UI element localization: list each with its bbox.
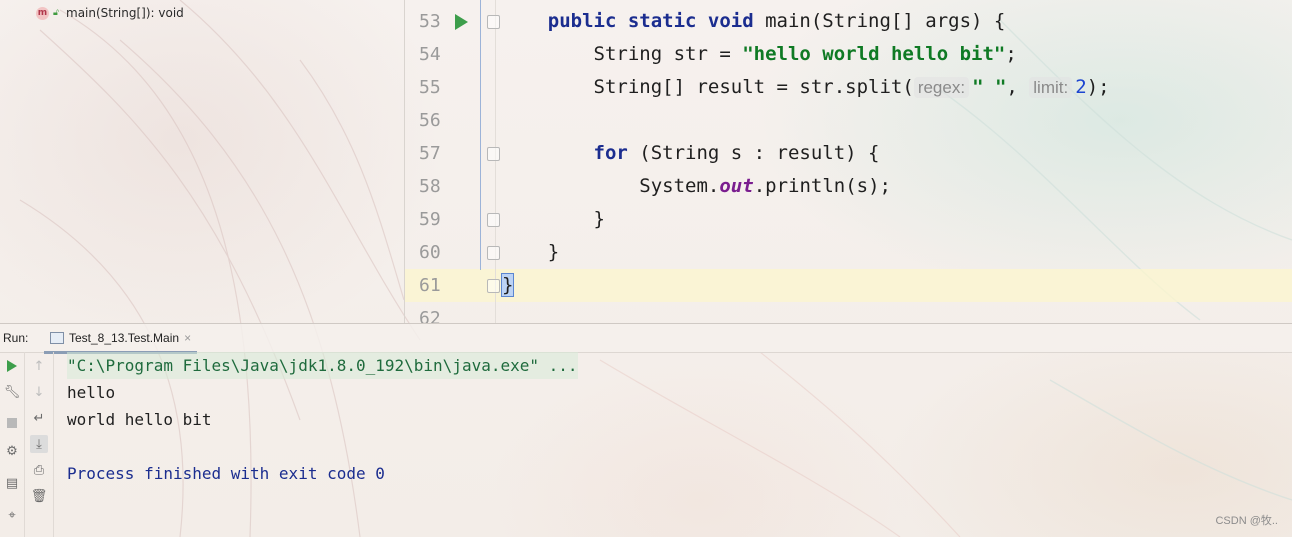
code-line-55[interactable]: String[] result = str.split(regex: " ", l… <box>502 71 1292 104</box>
scroll-up-icon[interactable]: ↑ <box>30 357 48 375</box>
console-output-line: hello <box>67 383 116 402</box>
line-number: 57 <box>419 143 441 164</box>
console-output[interactable]: "C:\Program Files\Java\jdk1.8.0_192\bin\… <box>67 352 1292 537</box>
print-icon[interactable]: ⎙ <box>30 461 48 479</box>
gutter-row: 58 <box>405 170 495 203</box>
fold-marker-icon[interactable] <box>487 213 500 227</box>
line-number: 53 <box>419 11 441 32</box>
gutter-row: 54 <box>405 38 495 71</box>
console-tab-icon <box>50 331 64 344</box>
gutter-row: 53 <box>405 5 500 38</box>
run-config-tab-label: Test_8_13.Test.Main <box>69 330 180 345</box>
process-finished-line: Process finished with exit code 0 <box>67 464 385 483</box>
line-number: 55 <box>419 77 441 98</box>
run-toolbar-left: 🔧︎ ⚙ ▤ ⌖ <box>0 352 25 537</box>
param-hint-regex: regex: <box>913 77 970 98</box>
code-line-57[interactable]: for (String s : result) { <box>502 137 1292 170</box>
stop-icon[interactable] <box>3 414 21 432</box>
method-scope-bar <box>480 0 481 270</box>
param-hint-limit: limit: <box>1029 77 1073 98</box>
layout-icon[interactable]: ▤ <box>3 474 21 492</box>
console-output-line: world hello bit <box>67 410 212 429</box>
line-number: 58 <box>419 176 441 197</box>
line-number: 60 <box>419 242 441 263</box>
code-line-59[interactable]: } <box>502 203 1292 236</box>
soft-wrap-icon[interactable]: ↵ <box>30 409 48 427</box>
line-number: 62 <box>419 308 441 323</box>
matched-brace-caret: } <box>500 273 515 297</box>
run-gutter-icon[interactable] <box>455 14 468 30</box>
editor-gutter[interactable]: 53 54 55 56 57 58 59 60 61 62 <box>404 0 500 323</box>
code-line-53[interactable]: public static void main(String[] args) { <box>502 5 1292 38</box>
run-config-tab[interactable]: Test_8_13.Test.Main × <box>44 324 198 354</box>
gutter-row: 55 <box>405 71 495 104</box>
fold-marker-icon[interactable] <box>487 147 500 161</box>
line-number: 56 <box>419 110 441 131</box>
method-breadcrumb[interactable]: m 🔓︎ main(String[]): void <box>36 4 184 22</box>
gutter-row: 57 <box>405 137 500 170</box>
wrench-icon[interactable]: 🔧︎ <box>3 383 21 401</box>
line-number: 59 <box>419 209 441 230</box>
fold-marker-icon[interactable] <box>487 246 500 260</box>
gutter-row: 59 <box>405 203 500 236</box>
trash-icon[interactable]: 🗑︎ <box>30 487 48 505</box>
debug-bug-icon[interactable]: ⚙ <box>3 442 21 460</box>
run-tool-window-header: Run: Test_8_13.Test.Main × <box>0 323 1292 354</box>
code-editor[interactable]: m 🔓︎ main(String[]): void 53 54 55 56 57… <box>0 0 1292 323</box>
code-line-61[interactable]: } <box>500 269 1292 302</box>
run-label: Run: <box>3 331 29 345</box>
pin-icon[interactable]: ⌖ <box>3 506 21 524</box>
line-number: 54 <box>419 44 441 65</box>
scroll-down-icon[interactable]: ↓ <box>30 383 48 401</box>
run-toolbar-console: ↑ ↓ ↵ ⤓ ⎙ 🗑︎ <box>25 352 54 537</box>
rerun-icon[interactable] <box>3 357 21 375</box>
method-signature: main(String[]): void <box>66 6 184 20</box>
public-access-icon: 🔓︎ <box>53 7 59 18</box>
console-command-line[interactable]: "C:\Program Files\Java\jdk1.8.0_192\bin\… <box>67 352 578 379</box>
line-number: 61 <box>419 275 441 296</box>
watermark: CSDN @牧.. <box>1215 515 1278 527</box>
code-line-58[interactable]: System.out.println(s); <box>502 170 1292 203</box>
gutter-row: 56 <box>405 104 495 137</box>
gutter-row: 60 <box>405 236 500 269</box>
code-line-60[interactable]: } <box>502 236 1292 269</box>
scroll-to-end-icon[interactable]: ⤓ <box>30 435 48 453</box>
gutter-row: 62 <box>405 302 495 323</box>
fold-marker-icon[interactable] <box>487 15 500 29</box>
code-line-54[interactable]: String str = "hello world hello bit"; <box>502 38 1292 71</box>
method-icon: m <box>36 6 49 20</box>
gutter-row: 61 <box>405 269 500 302</box>
close-tab-icon[interactable]: × <box>184 331 191 345</box>
fold-marker-icon[interactable] <box>487 279 500 293</box>
